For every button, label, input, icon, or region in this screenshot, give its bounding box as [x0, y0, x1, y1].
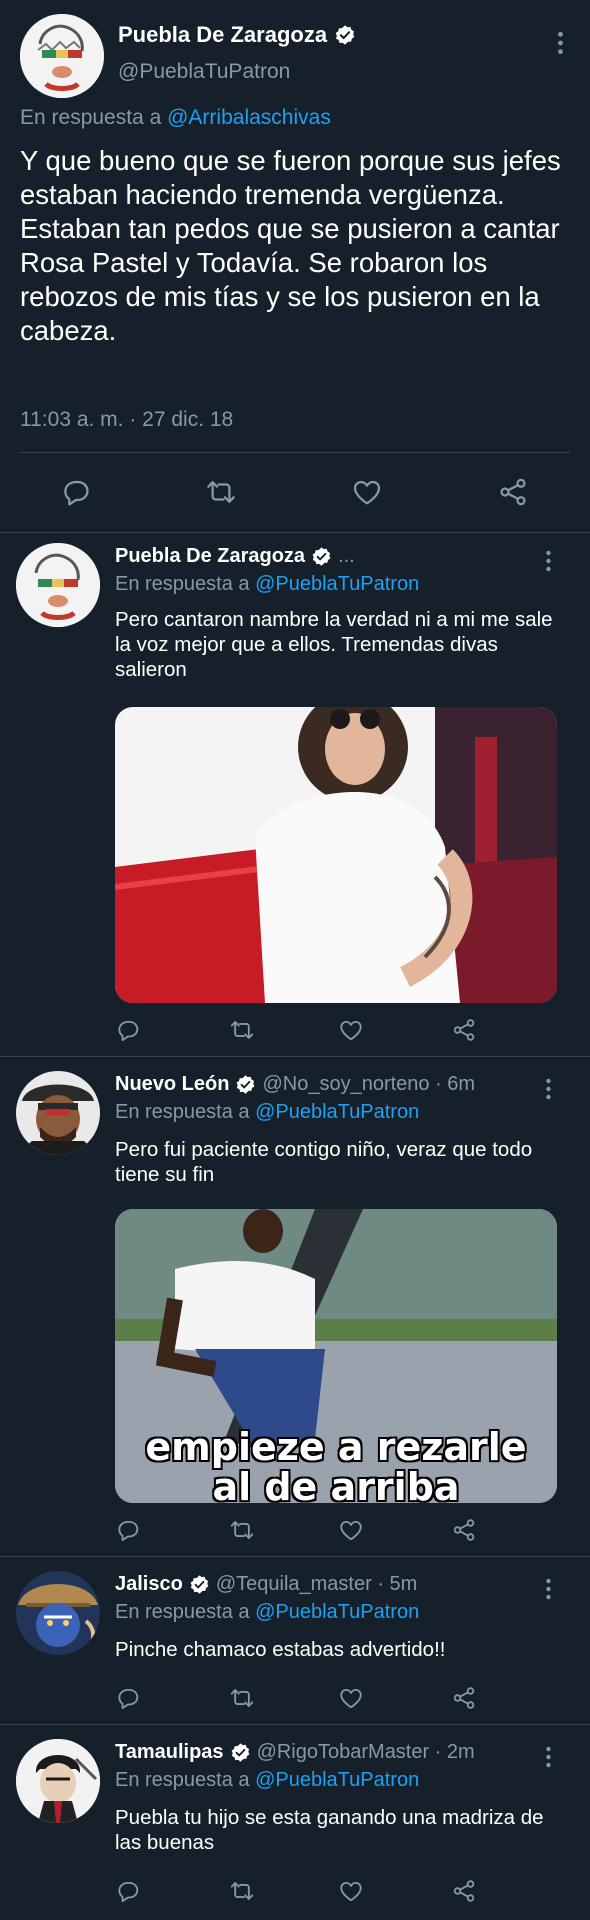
author-name[interactable]: Jalisco [115, 1573, 183, 1596]
reply-prefix: En respuesta a [115, 573, 250, 595]
like-icon[interactable] [351, 476, 383, 508]
divider [20, 452, 570, 453]
reply-to-link[interactable]: @PueblaTuPatron [255, 1769, 419, 1791]
reply-to-link[interactable]: @PueblaTuPatron [255, 1101, 419, 1123]
verified-badge-icon [235, 1074, 256, 1095]
author-name[interactable]: Puebla De Zaragoza [115, 545, 305, 568]
retweet-icon[interactable] [228, 1517, 256, 1543]
verified-badge-icon [334, 24, 356, 46]
tweet-actions [115, 1878, 475, 1908]
tweet-image[interactable]: empieze a rezarle al de arriba [115, 1209, 557, 1503]
share-icon[interactable] [497, 476, 529, 508]
share-icon[interactable] [451, 1685, 477, 1711]
avatar[interactable] [16, 1571, 100, 1655]
verified-badge-icon [311, 546, 332, 567]
tweet-text: Puebla tu hijo se esta ganando una madri… [115, 1806, 544, 1854]
reply-icon[interactable] [60, 476, 92, 508]
tweet-actions [115, 1685, 475, 1715]
avatar[interactable] [20, 14, 104, 98]
reply-prefix: En respuesta a [115, 1101, 250, 1123]
tweet-timestamp[interactable]: 11:03 a. m. · 27 dic. 18 [20, 408, 233, 432]
author-name[interactable]: Nuevo León [115, 1073, 229, 1096]
avatar[interactable] [16, 1739, 100, 1823]
image-caption: empieze a rezarle al de arriba [115, 1427, 557, 1503]
avatar[interactable] [16, 543, 100, 627]
like-icon[interactable] [338, 1685, 364, 1711]
tweet-actions [115, 1517, 475, 1547]
tweet-text: Y que bueno que se fueron porque sus jef… [20, 145, 561, 346]
verified-badge-icon [230, 1742, 251, 1763]
reply-prefix: En respuesta a [115, 1769, 250, 1791]
reply-prefix: En respuesta a [115, 1601, 250, 1623]
reply-header: Jalisco @Tequila_master · 5m [115, 1573, 417, 1596]
reply-icon[interactable] [115, 1017, 141, 1043]
tweet-meta: ... [338, 545, 355, 567]
reply-header: Nuevo León @No_soy_norteno · 6m [115, 1073, 475, 1096]
like-icon[interactable] [338, 1517, 364, 1543]
image-caption-line: empieze a rezarle [145, 1425, 527, 1469]
reply-icon[interactable] [115, 1878, 141, 1904]
reply-icon[interactable] [115, 1685, 141, 1711]
reply-context: En respuesta a @Arribalaschivas [20, 106, 331, 130]
reply-tweet[interactable]: Jalisco @Tequila_master · 5m En respuest… [0, 1557, 590, 1724]
main-tweet: Puebla De Zaragoza @PueblaTuPatron En re… [0, 0, 590, 532]
like-icon[interactable] [338, 1017, 364, 1043]
author-handle[interactable]: @PueblaTuPatron [118, 60, 290, 84]
reply-tweet[interactable]: Puebla De Zaragoza ... En respuesta a @P… [0, 533, 590, 1056]
tweet-text: Pero fui paciente contigo niño, veraz qu… [115, 1138, 533, 1186]
share-icon[interactable] [451, 1017, 477, 1043]
tweet-actions [115, 1017, 475, 1047]
tweet-meta: @RigoTobarMaster · 2m [256, 1741, 475, 1763]
reply-context: En respuesta a @PueblaTuPatron [115, 1601, 419, 1624]
more-options-icon[interactable] [545, 1077, 552, 1101]
retweet-icon[interactable] [228, 1878, 256, 1904]
reply-context: En respuesta a @PueblaTuPatron [115, 1101, 419, 1124]
more-options-icon[interactable] [545, 549, 552, 573]
retweet-icon[interactable] [204, 476, 238, 508]
reply-to-link[interactable]: @PueblaTuPatron [255, 573, 419, 595]
verified-badge-icon [189, 1574, 210, 1595]
reply-to-link[interactable]: @Arribalaschivas [167, 106, 331, 129]
reply-context: En respuesta a @PueblaTuPatron [115, 573, 419, 596]
tweet-actions [0, 472, 590, 512]
reply-to-link[interactable]: @PueblaTuPatron [255, 1601, 419, 1623]
share-icon[interactable] [451, 1878, 477, 1904]
author-name[interactable]: Puebla De Zaragoza [118, 22, 356, 48]
retweet-icon[interactable] [228, 1685, 256, 1711]
reply-tweet[interactable]: Nuevo León @No_soy_norteno · 6m En respu… [0, 1057, 590, 1556]
share-icon[interactable] [451, 1517, 477, 1543]
tweet-meta: @Tequila_master · 5m [215, 1573, 418, 1595]
reply-header: Puebla De Zaragoza ... [115, 545, 355, 568]
like-icon[interactable] [338, 1878, 364, 1904]
tweet-meta: @No_soy_norteno · 6m [262, 1073, 476, 1095]
reply-context: En respuesta a @PueblaTuPatron [115, 1769, 419, 1792]
more-options-icon[interactable] [545, 1577, 552, 1601]
reply-tweet[interactable]: Tamaulipas @RigoTobarMaster · 2m En resp… [0, 1725, 590, 1920]
tweet-text: Pinche chamaco estabas advertido!! [115, 1638, 446, 1661]
author-name-label: Puebla De Zaragoza [118, 22, 328, 47]
reply-prefix: En respuesta a [20, 106, 162, 129]
author-name[interactable]: Tamaulipas [115, 1741, 224, 1764]
retweet-icon[interactable] [228, 1017, 256, 1043]
reply-header: Tamaulipas @RigoTobarMaster · 2m [115, 1741, 475, 1764]
avatar[interactable] [16, 1071, 100, 1155]
image-caption-line: al de arriba [212, 1465, 460, 1503]
more-options-icon[interactable] [557, 30, 564, 56]
tweet-text: Pero cantaron nambre la verdad ni a mi m… [115, 608, 553, 681]
more-options-icon[interactable] [545, 1745, 552, 1769]
reply-icon[interactable] [115, 1517, 141, 1543]
tweet-image[interactable] [115, 707, 557, 1003]
